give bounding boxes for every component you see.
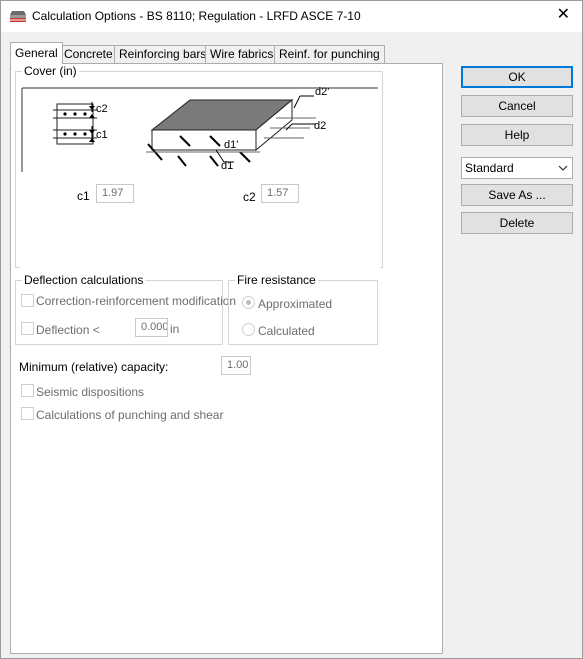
deflection-group-title: Deflection calculations [22, 273, 146, 287]
c2-value-field[interactable]: 1.57 [261, 184, 299, 203]
tab-reinf-for-punching[interactable]: Reinf. for punching [274, 45, 385, 64]
deflection-group: Deflection calculations Correction-reinf… [15, 273, 236, 345]
minimum-capacity-field[interactable]: 1.00 [221, 356, 251, 375]
close-icon[interactable]: ✕ [557, 6, 570, 24]
approximated-label: Approximated [258, 297, 333, 311]
c2-tag: c2 [96, 103, 108, 115]
calculation-options-dialog: Calculation Options - BS 8110; Regulatio… [0, 0, 583, 659]
deflection-label: Deflection < [36, 323, 100, 337]
deflection-checkbox[interactable] [21, 322, 34, 335]
chevron-down-icon [558, 165, 568, 171]
correction-reinforcement-label: Correction-reinforcement modification [36, 294, 237, 308]
window-title: Calculation Options - BS 8110; Regulatio… [32, 9, 361, 23]
d2-tag: d2 [314, 120, 326, 132]
app-icon [10, 11, 26, 22]
tab-reinforcing-bars[interactable]: Reinforcing bars [114, 45, 212, 64]
cancel-button[interactable]: Cancel [461, 95, 573, 117]
general-tab-panel: Cover (in) c2 c1 d2' d2 d1' d1 c1 1.97 c… [10, 63, 443, 654]
title-bar: Calculation Options - BS 8110; Regulatio… [1, 1, 582, 32]
fire-resistance-group-title: Fire resistance [235, 273, 318, 287]
c2-label: c2 [243, 190, 256, 204]
ok-button[interactable]: OK [461, 66, 573, 88]
tab-general[interactable]: General [10, 42, 63, 64]
approximated-radio[interactable] [242, 296, 255, 309]
c1-tag: c1 [96, 129, 108, 141]
save-as-button[interactable]: Save As ... [461, 184, 573, 206]
punching-shear-checkbox[interactable] [21, 407, 34, 420]
cover-diagram: c2 c1 d2' d2 d1' d1 [20, 82, 380, 270]
cover-group: Cover (in) c2 c1 d2' d2 d1' d1 c1 1.97 c… [15, 64, 383, 270]
punching-shear-label: Calculations of punching and shear [36, 408, 224, 422]
tab-concrete[interactable]: Concrete [59, 45, 118, 64]
calculated-label: Calculated [258, 324, 315, 338]
tab-wire-fabrics[interactable]: Wire fabrics [205, 45, 279, 64]
help-button[interactable]: Help [461, 124, 573, 146]
calculated-radio[interactable] [242, 323, 255, 336]
d1-tag: d1 [221, 160, 233, 172]
minimum-capacity-label: Minimum (relative) capacity: [19, 360, 169, 374]
standard-dropdown-value: Standard [465, 161, 514, 175]
d1prime-tag: d1' [224, 139, 238, 151]
delete-button[interactable]: Delete [461, 212, 573, 234]
deflection-value-field[interactable]: 0.000 [135, 318, 168, 337]
fire-resistance-group: Fire resistance Approximated Calculated [228, 273, 378, 345]
d2prime-tag: d2' [315, 86, 329, 98]
standard-dropdown[interactable]: Standard [461, 157, 573, 179]
seismic-dispositions-checkbox[interactable] [21, 384, 34, 397]
correction-reinforcement-checkbox[interactable] [21, 294, 34, 307]
c1-value-field[interactable]: 1.97 [96, 184, 134, 203]
seismic-dispositions-label: Seismic dispositions [36, 385, 145, 399]
cover-group-title: Cover (in) [22, 64, 79, 78]
deflection-unit: in [170, 322, 180, 336]
c1-label: c1 [77, 189, 90, 203]
